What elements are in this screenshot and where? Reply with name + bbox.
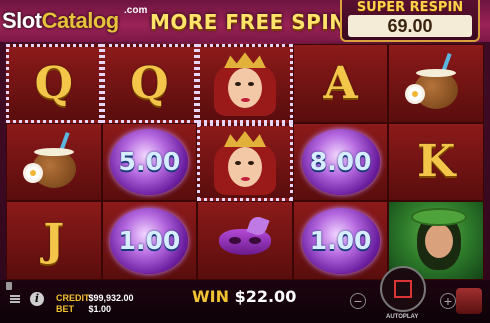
credit-readout: CREDIT $99,932.00: [56, 293, 134, 303]
money-orb-symbol: 8.00: [301, 128, 380, 195]
crown-icon: [223, 130, 266, 147]
info-icon[interactable]: i: [30, 292, 44, 306]
top-banner: SlotCatalog .com MORE FREE SPINS SUPER R…: [0, 0, 490, 42]
control-bar: i CREDIT $99,932.00 BET $1.00 WIN $22.00…: [0, 266, 490, 323]
orb-value: 8.00: [309, 147, 372, 177]
reel-cell: Q: [101, 44, 198, 123]
more-free-spins-banner: MORE FREE SPINS: [150, 10, 362, 34]
decrease-bet-button[interactable]: −: [350, 293, 366, 309]
reel-cell: 5.00: [101, 122, 198, 202]
orb-value: 1.00: [118, 226, 181, 256]
queen-eye: [247, 160, 254, 165]
reel-cell: [197, 201, 293, 280]
credit-value: $99,932.00: [88, 293, 134, 303]
credit-label: CREDIT: [56, 293, 90, 303]
bet-readout: BET $1.00: [56, 304, 111, 314]
letter-symbol: J: [43, 215, 65, 267]
letter-symbol: K: [417, 136, 456, 188]
mask-eye: [228, 236, 241, 244]
autoplay-button[interactable]: AUTOPLAY: [386, 314, 418, 320]
letter-symbol: Q: [130, 57, 169, 109]
letter-symbol: Q: [34, 57, 73, 109]
logo-part-a: Slot: [2, 8, 42, 33]
logo-part-b: Catalog: [41, 8, 120, 33]
super-respin-value: 69.00: [348, 15, 472, 37]
reel-cell: Q: [6, 44, 102, 123]
money-orb-symbol: 1.00: [110, 207, 189, 274]
spin-stop-icon: [394, 280, 412, 298]
letter-symbol: A: [323, 57, 358, 109]
win-label: WIN: [192, 287, 229, 306]
reel-cell: [197, 122, 293, 202]
coconut-top: [33, 147, 74, 156]
wreath-icon: [413, 210, 466, 225]
queen-face: [227, 146, 262, 187]
spin-stop-button[interactable]: [380, 266, 426, 312]
watermark-logo: SlotCatalog: [2, 8, 119, 34]
bet-value: $1.00: [88, 304, 112, 314]
mask-eye: [248, 236, 261, 244]
crown-icon: [223, 52, 266, 69]
coconut-drink-symbol: [406, 53, 466, 113]
reel-cell: K: [388, 122, 484, 202]
super-respin-label: SUPER RESPIN: [356, 0, 464, 15]
reel-cell: 1.00: [101, 201, 198, 280]
coconut-drink-symbol: [24, 131, 84, 192]
win-value: $22.00: [234, 287, 297, 306]
speaker-icon[interactable]: [6, 282, 12, 290]
orb-value: 1.00: [309, 226, 372, 256]
reel-cell: [197, 44, 293, 123]
reel-cell: 1.00: [292, 201, 389, 280]
flower-icon: [25, 165, 40, 180]
queen-portrait-symbol: [210, 50, 280, 117]
reel-cell: [388, 44, 484, 123]
queen-portrait-symbol: [210, 129, 280, 195]
money-orb-symbol: 1.00: [301, 207, 380, 274]
increase-bet-button[interactable]: +: [440, 293, 456, 309]
reel-cell: 8.00: [292, 122, 389, 202]
bet-label: BET: [56, 304, 74, 314]
reel-cell: [6, 122, 102, 202]
win-readout: WIN $22.00: [192, 287, 296, 306]
reel-cell: A: [292, 44, 389, 123]
queen-eye: [234, 160, 241, 165]
carnival-mask-symbol: [215, 214, 275, 261]
super-respin-panel: SUPER RESPIN 69.00: [340, 0, 480, 42]
logo-suffix: .com: [124, 5, 148, 16]
reel-cell: J: [6, 201, 102, 280]
treasure-chest-icon[interactable]: [456, 288, 482, 314]
queen-lip: [240, 176, 250, 181]
menu-icon[interactable]: [10, 295, 20, 303]
reel-grid: Q Q A 5.00 8.00 K J 1.00 1.00: [6, 44, 484, 280]
money-orb-symbol: 5.00: [110, 128, 189, 195]
orb-value: 5.00: [118, 147, 181, 177]
